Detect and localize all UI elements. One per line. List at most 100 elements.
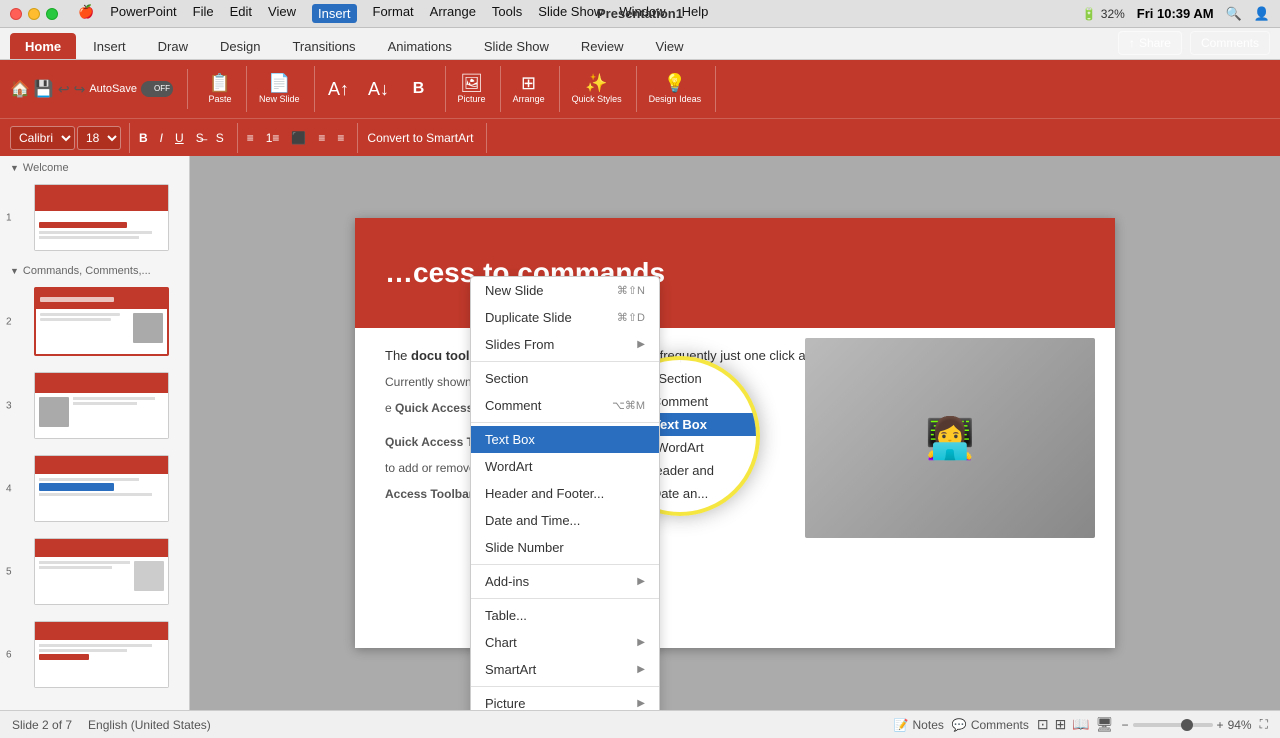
slide-sorter-icon[interactable]: ⊞ bbox=[1055, 716, 1067, 733]
tab-home[interactable]: Home bbox=[10, 33, 76, 59]
menu-item-smartart[interactable]: SmartArt ▶ bbox=[471, 656, 659, 683]
tab-transitions[interactable]: Transitions bbox=[277, 33, 370, 59]
autosave-toggle[interactable] bbox=[141, 81, 173, 97]
font-size-decrease[interactable]: A↓ bbox=[361, 76, 397, 103]
menu-item-chart[interactable]: Chart ▶ bbox=[471, 629, 659, 656]
menu-edit[interactable]: Edit bbox=[230, 4, 252, 23]
tab-review[interactable]: Review bbox=[566, 33, 639, 59]
slide-4-thumb[interactable] bbox=[34, 455, 169, 522]
presenter-view-icon[interactable]: 🖥 bbox=[1096, 716, 1114, 733]
home-icon[interactable]: 🏠 bbox=[10, 79, 30, 99]
save-icon[interactable]: 💾 bbox=[34, 79, 54, 99]
design-ideas-button[interactable]: 💡 Design Ideas bbox=[643, 71, 708, 107]
slide-1-title-bar bbox=[39, 222, 127, 228]
menu-view[interactable]: View bbox=[268, 4, 296, 23]
bold-text-button[interactable]: B bbox=[134, 129, 153, 147]
align-left-button[interactable]: ⬛ bbox=[286, 129, 311, 147]
new-slide-button[interactable]: 📄 New Slide bbox=[253, 71, 306, 107]
paste-button[interactable]: 📋 Paste bbox=[202, 71, 238, 107]
strikethrough-button[interactable]: S̶ bbox=[191, 129, 209, 147]
titlebar: 🍎 PowerPoint File Edit View Insert Forma… bbox=[0, 0, 1280, 28]
menu-item-header-footer[interactable]: Header and Footer... bbox=[471, 480, 659, 507]
insert-dropdown-menu: New Slide ⌘⇧N Duplicate Slide ⌘⇧D Slides… bbox=[470, 276, 660, 710]
menu-item-addins[interactable]: Add-ins ▶ bbox=[471, 568, 659, 595]
tab-draw[interactable]: Draw bbox=[143, 33, 203, 59]
picture-button[interactable]: 🖼 Picture bbox=[452, 71, 492, 107]
slide-5-header bbox=[35, 539, 168, 557]
menu-item-section[interactable]: Section bbox=[471, 365, 659, 392]
comments-button[interactable]: Comments bbox=[1190, 31, 1270, 55]
underline-text-button[interactable]: U bbox=[170, 129, 189, 147]
slide-3-thumb[interactable] bbox=[34, 372, 169, 439]
minimize-button[interactable] bbox=[28, 8, 40, 20]
tab-design[interactable]: Design bbox=[205, 33, 275, 59]
comments-bubble-icon: 💬 bbox=[952, 718, 967, 732]
menu-format[interactable]: Format bbox=[373, 4, 414, 23]
close-button[interactable] bbox=[10, 8, 22, 20]
font-size-select[interactable]: 18 bbox=[77, 126, 121, 150]
convert-smartart-button[interactable]: Convert to SmartArt bbox=[362, 129, 478, 147]
fullscreen-button[interactable] bbox=[46, 8, 58, 20]
font-size-increase[interactable]: A↑ bbox=[321, 76, 357, 103]
arrange-button[interactable]: ⊞ Arrange bbox=[507, 71, 551, 107]
view-icons: ⊡ ⊞ 📖 🖥 bbox=[1037, 716, 1114, 733]
menu-file[interactable]: File bbox=[193, 4, 214, 23]
menu-powerpoint[interactable]: PowerPoint bbox=[110, 4, 176, 23]
share-icon: ↑ bbox=[1129, 36, 1135, 50]
menu-item-slides-from[interactable]: Slides From ▶ bbox=[471, 331, 659, 358]
numbered-list-button[interactable]: 1≡ bbox=[261, 129, 285, 147]
align-right-button[interactable]: ≡ bbox=[332, 129, 349, 147]
menu-item-date-time[interactable]: Date and Time... bbox=[471, 507, 659, 534]
menu-apple[interactable]: 🍎 bbox=[78, 4, 94, 23]
comments-status-button[interactable]: 💬 Comments bbox=[952, 718, 1029, 732]
undo-button[interactable]: ↩ bbox=[58, 81, 70, 98]
slide-2-thumb[interactable] bbox=[34, 287, 169, 356]
menu-item-wordart[interactable]: WordArt bbox=[471, 453, 659, 480]
menu-item-picture[interactable]: Picture ▶ bbox=[471, 690, 659, 710]
fit-slide-icon[interactable]: ⛶ bbox=[1260, 717, 1268, 732]
zoom-slider[interactable] bbox=[1133, 723, 1213, 727]
menu-item-slide-number[interactable]: Slide Number bbox=[471, 534, 659, 561]
slide-5-line1 bbox=[39, 561, 130, 564]
slide-1-thumb[interactable] bbox=[34, 184, 169, 251]
design-ideas-icon: 💡 bbox=[664, 74, 686, 92]
align-center-button[interactable]: ≡ bbox=[313, 129, 330, 147]
slide-6-accent bbox=[39, 654, 89, 660]
menu-item-duplicate-slide[interactable]: Duplicate Slide ⌘⇧D bbox=[471, 304, 659, 331]
menu-arrange[interactable]: Arrange bbox=[430, 4, 476, 23]
zoom-slider-thumb[interactable] bbox=[1181, 719, 1193, 731]
menu-item-textbox[interactable]: Text Box bbox=[471, 426, 659, 453]
quick-styles-button[interactable]: ✨ Quick Styles bbox=[566, 71, 628, 107]
slide-6-thumb[interactable] bbox=[34, 621, 169, 688]
redo-button[interactable]: ↪ bbox=[74, 81, 86, 98]
tab-animations[interactable]: Animations bbox=[373, 33, 467, 59]
normal-view-icon[interactable]: ⊡ bbox=[1037, 716, 1049, 733]
tab-view[interactable]: View bbox=[641, 33, 699, 59]
notes-button[interactable]: 📝 Notes bbox=[894, 718, 944, 732]
menu-slideshow[interactable]: Slide Show bbox=[538, 4, 603, 23]
menu-item-comment[interactable]: Comment ⌥⌘M bbox=[471, 392, 659, 419]
italic-text-button[interactable]: I bbox=[155, 129, 168, 147]
share-button[interactable]: ↑ Share bbox=[1118, 31, 1182, 55]
search-icon[interactable]: 🔍 bbox=[1226, 6, 1242, 22]
text-shadow-button[interactable]: S bbox=[211, 129, 229, 147]
zoom-out-button[interactable]: − bbox=[1122, 718, 1129, 732]
user-icon[interactable]: 👤 bbox=[1254, 6, 1270, 22]
menu-item-table[interactable]: Table... bbox=[471, 602, 659, 629]
tab-slideshow[interactable]: Slide Show bbox=[469, 33, 564, 59]
section-arrow-welcome[interactable]: ▼ bbox=[10, 163, 19, 173]
slide-5-thumb[interactable] bbox=[34, 538, 169, 605]
tab-insert[interactable]: Insert bbox=[78, 33, 141, 59]
bullet-list-button[interactable]: ≡ bbox=[242, 129, 259, 147]
slide-6-number: 6 bbox=[6, 649, 12, 660]
bold-button[interactable]: B bbox=[401, 77, 437, 101]
font-family-select[interactable]: Calibri bbox=[10, 126, 75, 150]
menu-tools[interactable]: Tools bbox=[492, 4, 522, 23]
menu-help[interactable]: Help bbox=[682, 4, 709, 23]
section-arrow-commands[interactable]: ▼ bbox=[10, 266, 19, 276]
reading-view-icon[interactable]: 📖 bbox=[1072, 716, 1089, 733]
menu-item-new-slide[interactable]: New Slide ⌘⇧N bbox=[471, 277, 659, 304]
menu-insert[interactable]: Insert bbox=[312, 4, 357, 23]
zoom-in-button[interactable]: + bbox=[1217, 718, 1224, 732]
slide-2-text-1 bbox=[40, 313, 120, 316]
